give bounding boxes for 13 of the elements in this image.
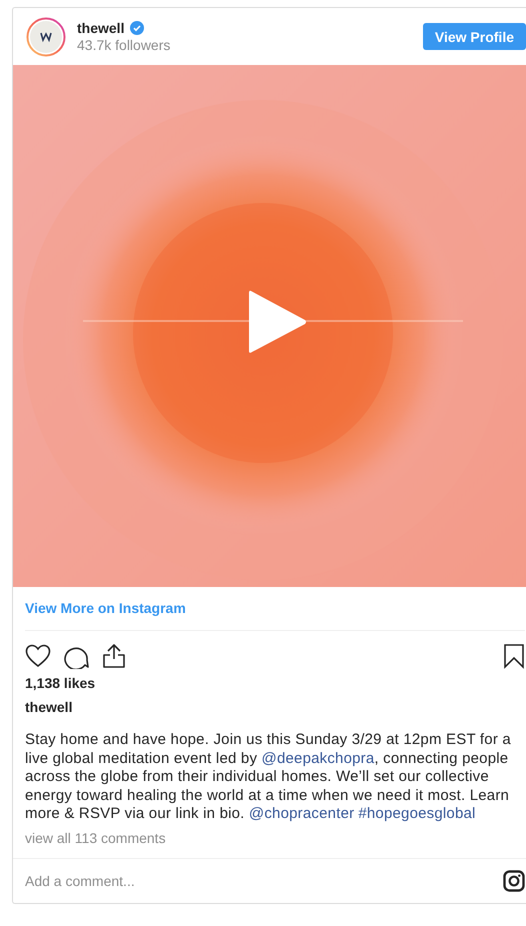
like-count: 1,138 likes — [25, 675, 96, 691]
follower-count: 43.7k followers — [77, 37, 172, 53]
caption-link[interactable]: @chopracenter — [248, 805, 354, 822]
avatar[interactable] — [26, 16, 66, 56]
share-icon[interactable] — [102, 643, 126, 669]
caption-link[interactable]: #hopegoesglobal — [358, 805, 476, 822]
bookmark-icon[interactable] — [503, 643, 525, 669]
caption-text: Stay home and have hope. Join us this Sunday 3/29 at 12pm EST for a live global meditation event led by @deepakchopra, connecting people across the globe from their individual homes. We’ll set our collective energy toward healing the world at a time when we need it most. Learn more & RSVP via our link in bio. @chopracenter #hopegoesglobal — [25, 731, 512, 824]
heart-icon[interactable] — [25, 644, 51, 668]
username[interactable]: thewell — [77, 20, 124, 36]
instagram-icon[interactable] — [503, 870, 525, 892]
author-name[interactable]: thewell — [25, 699, 525, 715]
caption-link[interactable]: @deepakchopra — [262, 750, 374, 767]
